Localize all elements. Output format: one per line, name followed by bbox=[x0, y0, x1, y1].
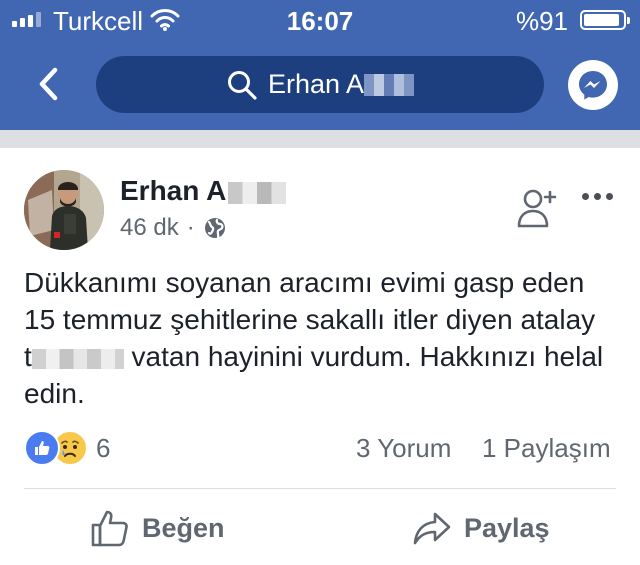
chevron-left-icon bbox=[39, 67, 58, 101]
battery-percent: %91 bbox=[515, 6, 568, 36]
censored-text bbox=[31, 348, 124, 369]
feed-divider bbox=[0, 130, 640, 148]
add-friend-icon[interactable] bbox=[516, 186, 560, 230]
top-bar: Turkcell 16:07 %91 Erhan A bbox=[0, 0, 640, 130]
comment-count[interactable]: 3 Yorum bbox=[356, 433, 451, 464]
messenger-icon bbox=[579, 71, 607, 100]
status-bar: Turkcell 16:07 %91 bbox=[0, 0, 640, 40]
like-reaction-icon bbox=[24, 430, 60, 466]
censored-text bbox=[364, 73, 415, 96]
search-icon bbox=[227, 70, 257, 100]
share-arrow-icon bbox=[413, 512, 451, 545]
reaction-count: 6 bbox=[96, 432, 111, 463]
battery-level bbox=[584, 14, 619, 26]
more-dot bbox=[606, 192, 613, 200]
post-time[interactable]: 46 dk bbox=[120, 214, 179, 242]
post-text-segment: vatan hayinini vurdum. Hakkınızı helal bbox=[123, 341, 604, 372]
share-button[interactable]: Paylaş bbox=[412, 508, 550, 548]
thumbs-up-icon bbox=[35, 441, 50, 455]
meta-separator: · bbox=[186, 214, 195, 241]
post-text-segment: t bbox=[24, 341, 32, 372]
author-name-text: Erhan A bbox=[120, 175, 227, 206]
post-meta: 46 dk · bbox=[120, 214, 227, 242]
post-text-line: t vatan hayinini vurdum. Hakkınızı helal bbox=[24, 338, 624, 375]
more-dot bbox=[594, 192, 601, 200]
share-label: Paylaş bbox=[464, 512, 550, 543]
thumbs-up-icon bbox=[91, 510, 128, 547]
avatar[interactable] bbox=[24, 170, 104, 250]
censored-text bbox=[228, 181, 287, 204]
post-text-line: edin. bbox=[24, 378, 85, 409]
messenger-button[interactable] bbox=[568, 60, 618, 110]
author-name[interactable]: Erhan A bbox=[120, 175, 287, 207]
share-count[interactable]: 1 Paylaşım bbox=[482, 433, 611, 464]
battery-icon bbox=[580, 10, 630, 30]
search-bar[interactable]: Erhan A bbox=[96, 56, 544, 113]
globe-icon[interactable] bbox=[203, 216, 227, 240]
search-query: Erhan A bbox=[267, 69, 365, 99]
more-dot bbox=[582, 192, 589, 200]
post-body: Dükkanımı soyanan aracımı evimi gasp ede… bbox=[24, 264, 624, 412]
back-button[interactable] bbox=[32, 62, 64, 106]
profile-photo bbox=[24, 170, 104, 250]
like-button[interactable]: Beğen bbox=[90, 508, 225, 548]
like-label: Beğen bbox=[142, 512, 225, 543]
more-options-button[interactable] bbox=[582, 186, 618, 206]
reaction-summary[interactable]: 6 bbox=[24, 430, 110, 466]
post-text-line: Dükkanımı soyanan aracımı evimi gasp ede… bbox=[24, 267, 585, 298]
action-divider bbox=[24, 488, 616, 489]
post-text-line: 15 temmuz şehitlerine sakallı itler diye… bbox=[24, 304, 596, 335]
post-card: Erhan A 46 dk · Dükkanımı soyanan aracım… bbox=[0, 148, 640, 565]
